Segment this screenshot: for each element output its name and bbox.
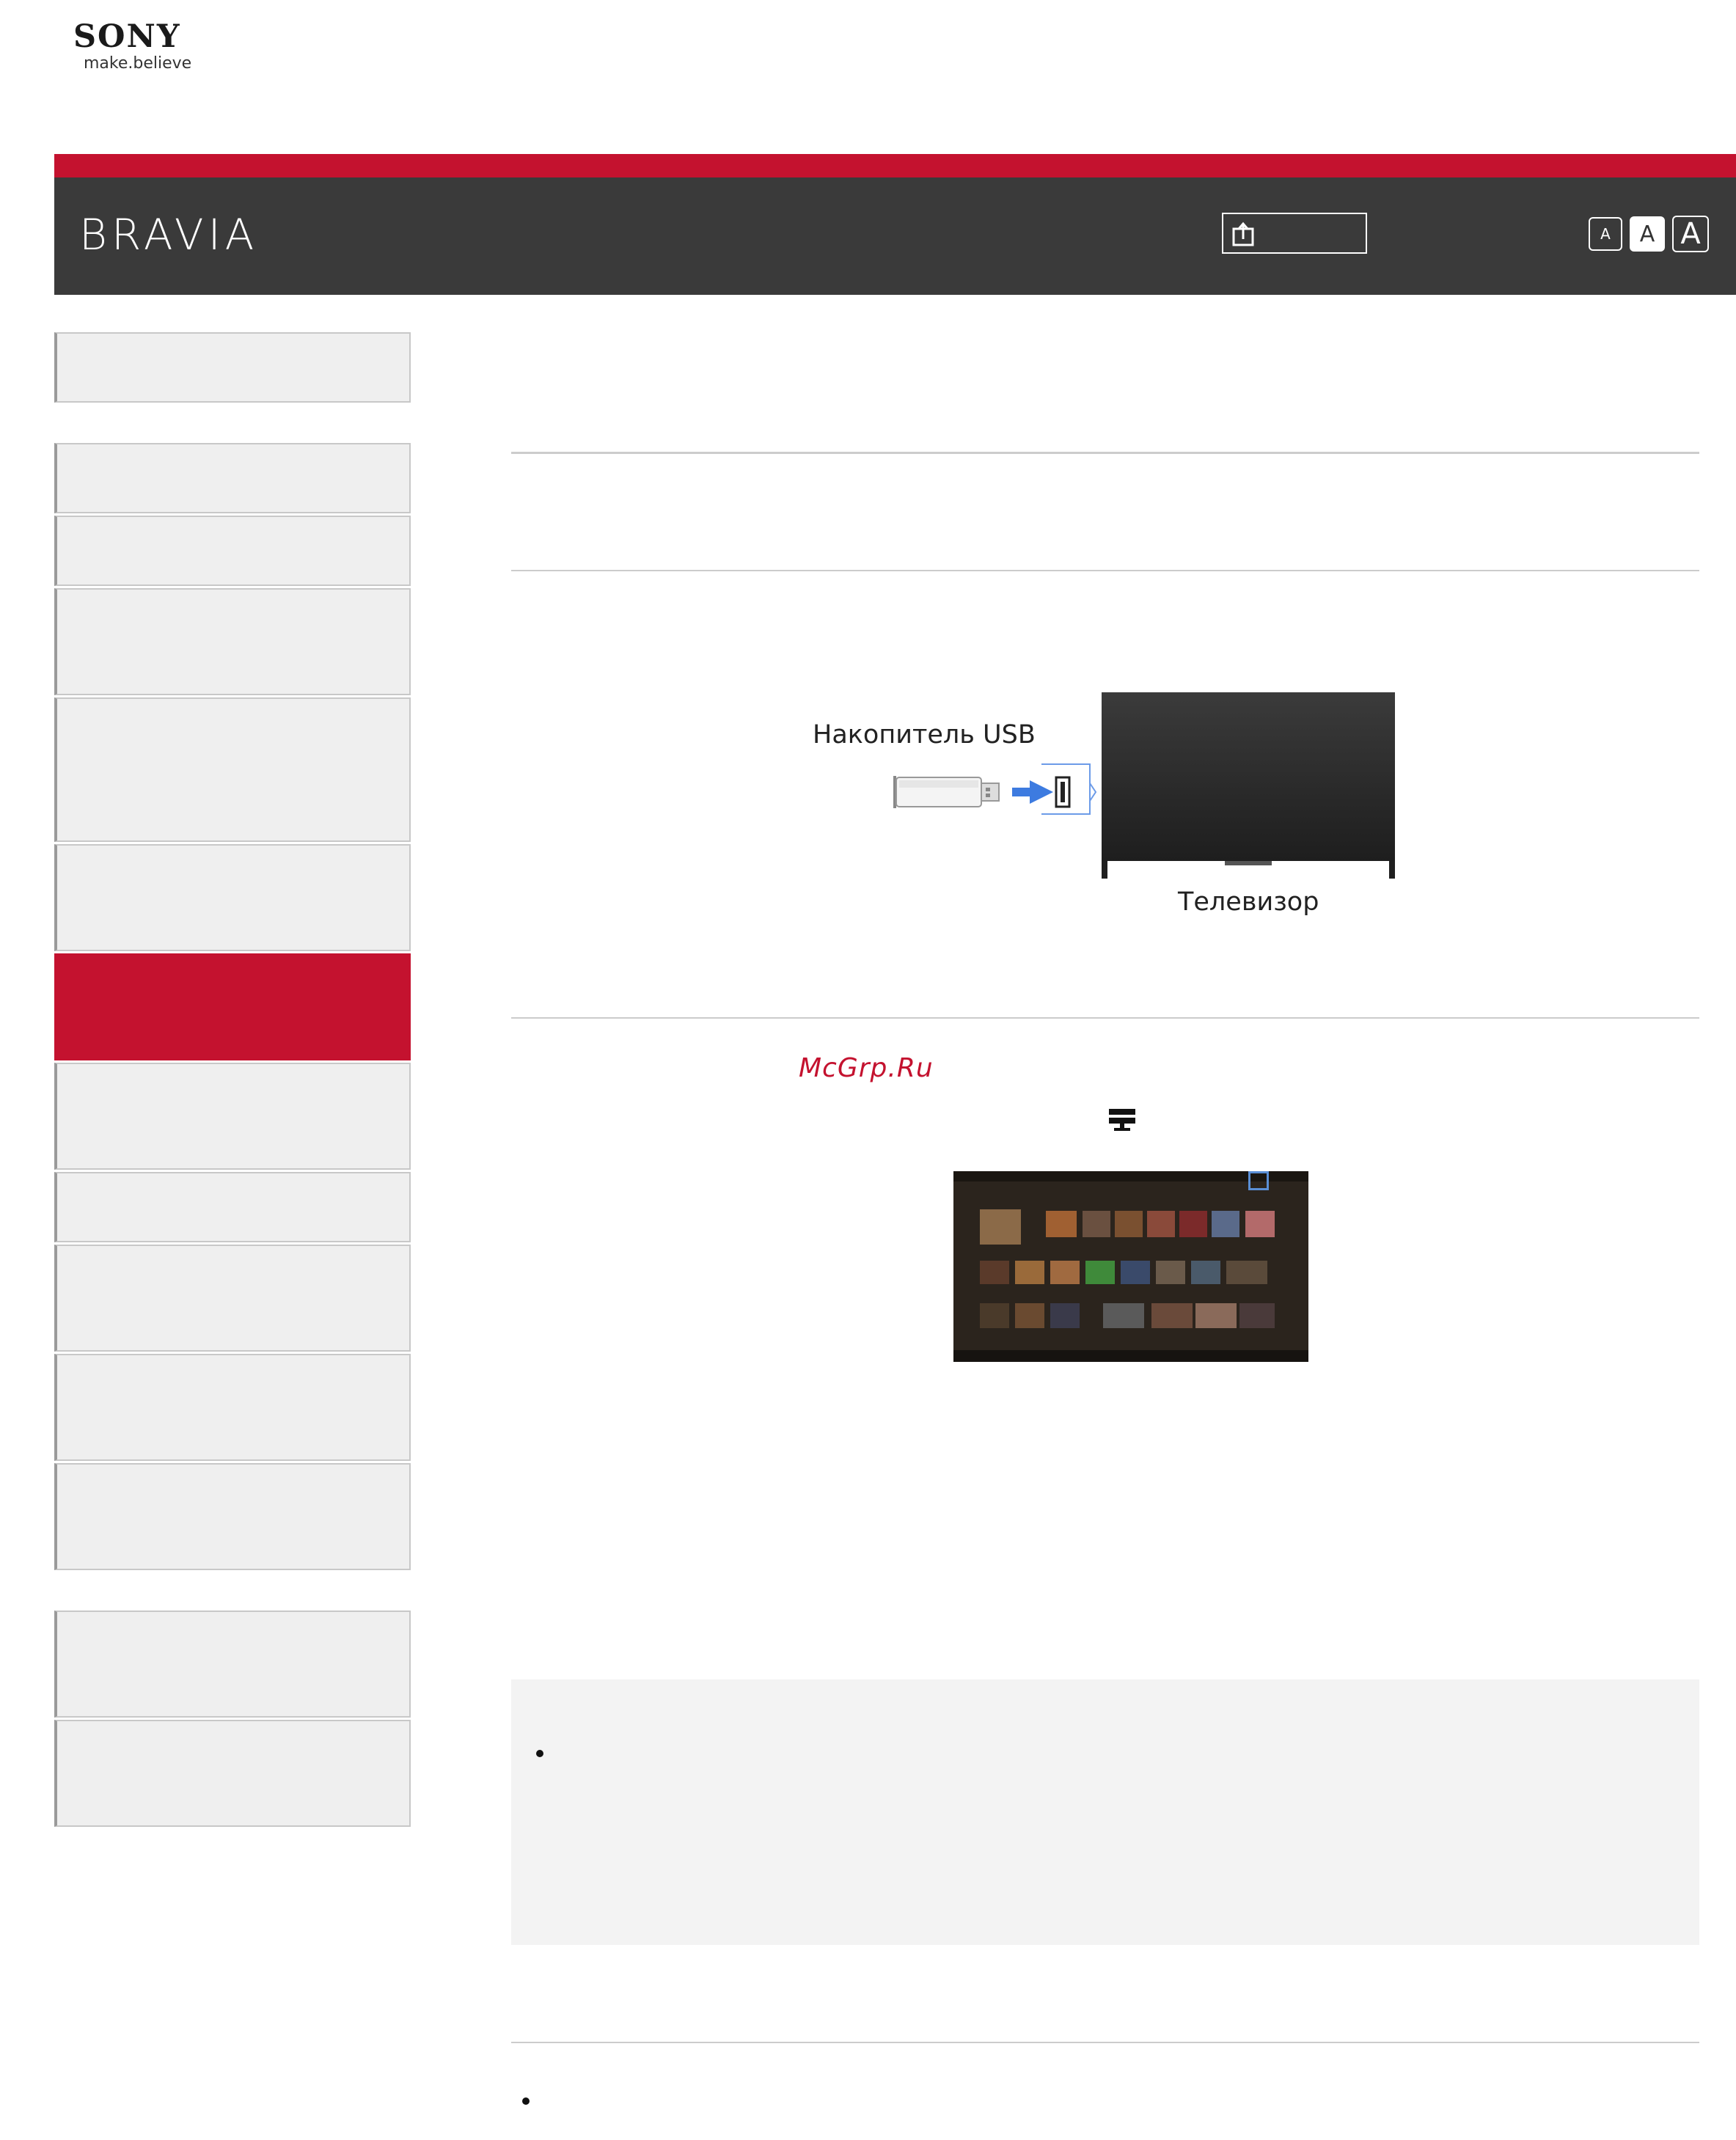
font-size-switcher: A A A bbox=[1589, 216, 1709, 252]
font-size-large-button[interactable]: A bbox=[1672, 216, 1709, 252]
share-button[interactable] bbox=[1222, 213, 1367, 254]
usb-diagram-illustration bbox=[893, 692, 1395, 879]
thumbnail bbox=[1085, 1261, 1115, 1284]
section-divider bbox=[511, 452, 1699, 454]
font-size-medium-button[interactable]: A bbox=[1630, 216, 1665, 252]
brand-name: SONY bbox=[73, 18, 181, 55]
section-divider bbox=[511, 570, 1699, 571]
nav-item-3[interactable] bbox=[54, 516, 411, 586]
usb-drive-icon bbox=[893, 776, 1000, 808]
thumbnail bbox=[1147, 1211, 1175, 1237]
thumbnail bbox=[1239, 1303, 1275, 1328]
thumbnail bbox=[1050, 1261, 1080, 1284]
nav-item-6[interactable] bbox=[54, 844, 411, 951]
thumbnail bbox=[1212, 1211, 1239, 1237]
connect-arrow-icon bbox=[1012, 780, 1053, 804]
note-bullet bbox=[536, 1750, 543, 1757]
nav-item-11[interactable] bbox=[54, 1354, 411, 1461]
thumbnail bbox=[1151, 1303, 1193, 1328]
usb-connection-diagram: Накопитель USB Телевизор bbox=[799, 682, 1423, 931]
usb-drive-label: Накопитель USB bbox=[813, 720, 1036, 750]
note-box bbox=[511, 1679, 1699, 1945]
tv-icon bbox=[1102, 692, 1395, 879]
highlighted-network-icon bbox=[1248, 1171, 1269, 1190]
nav-item-1[interactable] bbox=[54, 332, 411, 403]
tv-home-screen-image bbox=[953, 1171, 1308, 1362]
network-icon bbox=[1109, 1109, 1135, 1131]
font-size-small-button[interactable]: A bbox=[1589, 217, 1622, 251]
nav-item-5[interactable] bbox=[54, 697, 411, 842]
tv-label: Телевизор bbox=[1178, 887, 1319, 917]
thumbnail bbox=[1103, 1303, 1144, 1328]
header-bar: BRAVIA A A A bbox=[54, 177, 1736, 295]
nav-item-4[interactable] bbox=[54, 588, 411, 695]
thumbnail bbox=[980, 1261, 1009, 1284]
brand-tagline: make.believe bbox=[84, 54, 192, 73]
usb-port-icon bbox=[1041, 763, 1097, 815]
thumbnail bbox=[980, 1209, 1021, 1245]
page-title: BRAVIA bbox=[79, 210, 259, 260]
share-icon bbox=[1232, 221, 1254, 246]
nav-item-9[interactable] bbox=[54, 1172, 411, 1242]
section-divider bbox=[511, 2042, 1699, 2043]
list-bullet bbox=[522, 2097, 530, 2105]
thumbnail bbox=[1156, 1261, 1185, 1284]
thumbnail bbox=[1191, 1261, 1220, 1284]
thumbnail bbox=[1226, 1261, 1267, 1284]
thumbnail bbox=[1245, 1211, 1275, 1237]
thumbnail bbox=[1015, 1261, 1044, 1284]
nav-item-13[interactable] bbox=[54, 1611, 411, 1718]
nav-item-12[interactable] bbox=[54, 1463, 411, 1570]
header-accent-bar bbox=[54, 154, 1736, 177]
thumbnail bbox=[1195, 1303, 1237, 1328]
thumbnail bbox=[1121, 1261, 1150, 1284]
section-divider bbox=[511, 1017, 1699, 1019]
thumbnail bbox=[1115, 1211, 1143, 1237]
thumbnail bbox=[1083, 1211, 1110, 1237]
thumbnail bbox=[1050, 1303, 1080, 1328]
nav-item-7-active[interactable] bbox=[54, 953, 411, 1060]
nav-item-2[interactable] bbox=[54, 443, 411, 513]
thumbnail bbox=[1015, 1303, 1044, 1328]
watermark-text: McGrp.Ru bbox=[799, 1053, 934, 1083]
thumbnail bbox=[980, 1303, 1009, 1328]
nav-item-10[interactable] bbox=[54, 1245, 411, 1352]
screenshot-bottom-bar bbox=[953, 1350, 1308, 1362]
nav-item-8[interactable] bbox=[54, 1063, 411, 1170]
thumbnail bbox=[1179, 1211, 1207, 1237]
sony-logo: SONY make.believe bbox=[73, 19, 220, 73]
thumbnail bbox=[1046, 1211, 1077, 1237]
nav-item-14[interactable] bbox=[54, 1720, 411, 1827]
